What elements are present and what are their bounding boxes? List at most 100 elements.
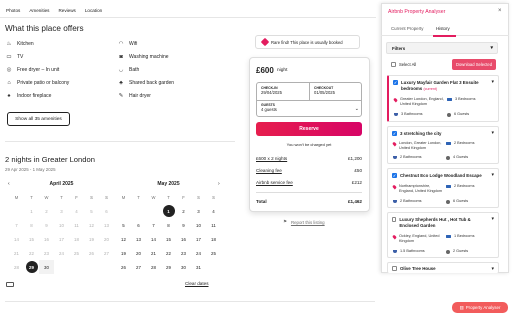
calendar-day[interactable]: 24 xyxy=(191,246,206,260)
calendar-day[interactable]: 17 xyxy=(191,232,206,246)
calendar-day[interactable]: 20 xyxy=(99,232,114,246)
calendar-day[interactable]: 14 xyxy=(9,232,24,246)
listing-checkbox[interactable] xyxy=(392,217,397,222)
history-listing[interactable]: Luxury Shepherds Hut , Hot Tub & Enclose… xyxy=(387,212,499,258)
calendar-day[interactable]: 16 xyxy=(39,232,54,246)
calendar-day[interactable]: 31 xyxy=(191,260,206,274)
nav-amenities[interactable]: Amenities xyxy=(29,8,49,13)
calendar-day[interactable]: 19 xyxy=(116,246,131,260)
calendar-day[interactable]: 25 xyxy=(69,246,84,260)
calendar-day[interactable]: 8 xyxy=(24,218,39,232)
reserve-button[interactable]: Reserve xyxy=(256,122,362,136)
calendar-day[interactable]: 4 xyxy=(69,204,84,218)
caret-down-icon[interactable]: ▾ xyxy=(491,130,494,136)
filters-toggle[interactable]: Filters ▾ xyxy=(386,42,498,54)
calendar-day[interactable]: 5 xyxy=(84,204,99,218)
calendar-day[interactable]: 28 xyxy=(9,260,24,274)
history-listing[interactable]: ✓ Chestnut Eco Lodge Woodland Escape ▾ N… xyxy=(387,168,499,208)
calendar-day[interactable]: 5 xyxy=(116,218,131,232)
calendar-day[interactable]: 29 xyxy=(161,260,176,274)
calendar-day[interactable]: 28 xyxy=(146,260,161,274)
calendar-day[interactable]: 12 xyxy=(84,218,99,232)
calendar-day[interactable]: 2 xyxy=(39,204,54,218)
calendar-day[interactable]: 14 xyxy=(146,232,161,246)
caret-down-icon[interactable]: ▾ xyxy=(491,79,494,85)
calendar-day[interactable]: 20 xyxy=(131,246,146,260)
calendar-day[interactable]: 9 xyxy=(39,218,54,232)
history-listing[interactable]: ✓ 3 stretching the city ▾ London, Greate… xyxy=(387,126,499,164)
calendar-day[interactable]: 19 xyxy=(84,232,99,246)
calendar-day[interactable]: 18 xyxy=(206,232,221,246)
calendar-day[interactable]: 13 xyxy=(99,218,114,232)
calendar-day[interactable]: 11 xyxy=(69,218,84,232)
calendar-day[interactable]: 27 xyxy=(99,246,114,260)
calendar-day[interactable]: 24 xyxy=(54,246,69,260)
select-all-checkbox[interactable]: Select All xyxy=(391,62,416,67)
calendar-day[interactable]: 4 xyxy=(206,204,221,218)
calendar-day[interactable]: 21 xyxy=(146,246,161,260)
property-analyser-button[interactable]: ▥ Property Analyser xyxy=(452,302,508,313)
listing-checkbox[interactable] xyxy=(392,266,397,271)
tab-history[interactable]: History xyxy=(436,26,450,31)
calendar-day[interactable]: 27 xyxy=(131,260,146,274)
calendar-day[interactable]: 9 xyxy=(176,218,191,232)
calendar-day[interactable]: 26 xyxy=(116,260,131,274)
selected-day[interactable]: 29 xyxy=(25,261,38,273)
calendar-day[interactable]: 23 xyxy=(176,246,191,260)
calendar-day[interactable]: 29 xyxy=(24,260,39,274)
nav-location[interactable]: Location xyxy=(85,8,102,13)
calendar-day[interactable]: 1 xyxy=(161,204,176,218)
listing-checkbox[interactable]: ✓ xyxy=(392,131,397,136)
caret-down-icon[interactable]: ▾ xyxy=(491,216,494,222)
calendar-day[interactable]: 3 xyxy=(54,204,69,218)
listing-checkbox[interactable]: ✓ xyxy=(393,80,398,85)
keyboard-icon[interactable] xyxy=(6,282,14,287)
checkout-field[interactable]: CHECKOUT 01/05/2025 xyxy=(314,86,335,95)
caret-down-icon[interactable]: ▾ xyxy=(491,172,494,178)
calendar-day[interactable]: 17 xyxy=(54,232,69,246)
download-selected-button[interactable]: Download Selected xyxy=(452,59,496,70)
calendar-day[interactable]: 7 xyxy=(9,218,24,232)
calendar-day[interactable]: 22 xyxy=(24,246,39,260)
calendar-day[interactable]: 30 xyxy=(39,260,54,274)
calendar-day[interactable]: 12 xyxy=(116,232,131,246)
calendar-day[interactable]: 16 xyxy=(176,232,191,246)
checkin-field[interactable]: CHECK-IN 29/04/2025 xyxy=(261,86,282,95)
calendar-day[interactable]: 30 xyxy=(176,260,191,274)
calendar-day[interactable]: 10 xyxy=(54,218,69,232)
history-listing[interactable]: Olive Tree House ▾ xyxy=(387,262,499,273)
fee-row-nights: £600 x 2 nights £1,200 xyxy=(256,156,362,161)
close-icon[interactable]: × xyxy=(498,8,502,14)
caret-down-icon[interactable]: ▾ xyxy=(491,266,494,272)
show-all-amenities-button[interactable]: Show all 35 amenities xyxy=(7,112,70,126)
calendar-day[interactable]: 23 xyxy=(39,246,54,260)
selected-day[interactable]: 1 xyxy=(162,205,175,217)
guests-field[interactable]: GUESTS 4 guests ⌄ xyxy=(261,103,359,112)
calendar-day[interactable]: 7 xyxy=(146,218,161,232)
next-month-icon[interactable]: › xyxy=(218,181,220,187)
checkbox[interactable] xyxy=(391,62,396,67)
calendar-day[interactable]: 8 xyxy=(161,218,176,232)
calendar-day[interactable]: 6 xyxy=(131,218,146,232)
nav-reviews[interactable]: Reviews xyxy=(58,8,75,13)
tab-current-property[interactable]: Current Property xyxy=(391,26,423,31)
calendar-day[interactable]: 25 xyxy=(206,246,221,260)
calendar-day[interactable]: 3 xyxy=(191,204,206,218)
clear-dates-link[interactable]: Clear dates xyxy=(185,281,209,286)
calendar-day[interactable]: 2 xyxy=(176,204,191,218)
calendar-day[interactable]: 15 xyxy=(24,232,39,246)
calendar-day[interactable]: 22 xyxy=(161,246,176,260)
calendar-day[interactable]: 6 xyxy=(99,204,114,218)
calendar-day[interactable]: 11 xyxy=(206,218,221,232)
calendar-day[interactable]: 1 xyxy=(24,204,39,218)
calendar-day[interactable]: 15 xyxy=(161,232,176,246)
listing-checkbox[interactable]: ✓ xyxy=(392,173,397,178)
calendar-day[interactable]: 21 xyxy=(9,246,24,260)
calendar-day[interactable]: 26 xyxy=(84,246,99,260)
calendar-day[interactable]: 18 xyxy=(69,232,84,246)
nav-photos[interactable]: Photos xyxy=(6,8,20,13)
report-listing-link[interactable]: ⚑ Report this listing xyxy=(283,219,325,225)
history-listing[interactable]: ✓ Luxury Mayfair Garden Flat 3 Ensuite b… xyxy=(387,75,499,122)
calendar-day[interactable]: 13 xyxy=(131,232,146,246)
calendar-day[interactable]: 10 xyxy=(191,218,206,232)
